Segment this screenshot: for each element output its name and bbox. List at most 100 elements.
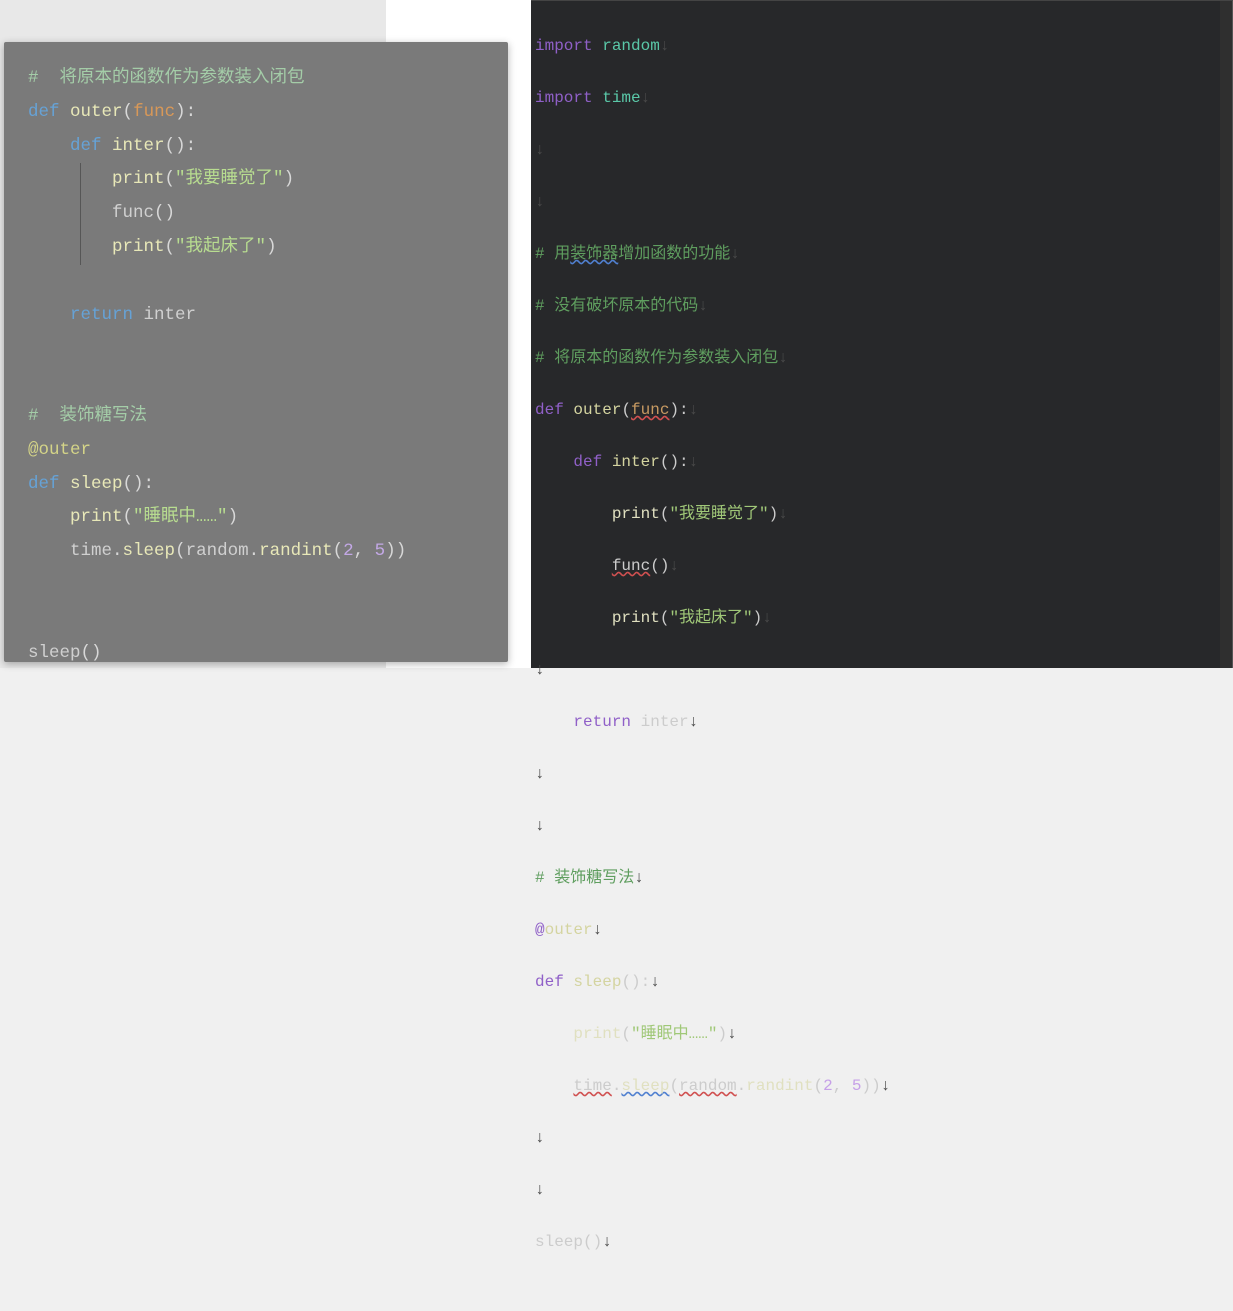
call: randint [259,541,333,561]
code-line: ↓ [535,1125,1228,1151]
string: "睡眠中……" [133,507,228,527]
builtin-print: print [612,505,660,523]
module: random [679,1077,737,1095]
string: "睡眠中……" [631,1025,717,1043]
builtin-print: print [112,237,165,257]
eol-marker: ↓ [689,713,699,731]
comment: # 没有破坏原本的代码 [535,297,698,315]
code-line: # 装饰糖写法 [28,400,484,434]
left-code-editor[interactable]: # 将原本的函数作为参数装入闭包 def outer(func): def in… [4,42,508,662]
code-line: sleep()↓ [535,1229,1228,1255]
scrollbar[interactable] [1220,1,1232,668]
code-line: # 用装饰器增加函数的功能↓ [535,241,1228,267]
eol-marker: ↓ [660,37,670,55]
comment: # 用 [535,245,570,263]
call: func [112,203,154,223]
keyword-import: import [535,37,593,55]
eol-marker: ↓ [730,245,740,263]
code-line: def sleep(): [28,468,484,502]
comment: # 装饰糖写法 [535,869,634,887]
center-header-strip [386,0,531,42]
code-line: import time↓ [535,85,1228,111]
eol-marker: ↓ [689,453,699,471]
code-line: def outer(func): [28,96,484,130]
eol-marker: ↓ [593,921,603,939]
code-line: func() [28,197,484,231]
keyword-def: def [535,401,564,419]
code-line: import random↓ [535,33,1228,59]
param: func [133,102,175,122]
number: 5 [375,541,386,561]
eol-marker: ↓ [634,869,644,887]
eol-marker: ↓ [778,349,788,367]
eol-marker: ↓ [535,1129,545,1147]
right-code-editor[interactable]: import random↓ import time↓ ↓ ↓ # 用装饰器增加… [531,0,1233,668]
code-line: ↓ [535,189,1228,215]
code-line: # 将原本的函数作为参数装入闭包 [28,62,484,96]
number: 2 [823,1077,833,1095]
call: sleep [28,643,81,663]
code-line: # 将原本的函数作为参数装入闭包↓ [535,345,1228,371]
builtin-print: print [573,1025,621,1043]
comment: 增加函数的功能 [618,245,730,263]
keyword-def: def [573,453,602,471]
keyword-import: import [535,89,593,107]
code-line: print("我起床了") [28,231,484,265]
code-line: ↓ [535,657,1228,683]
decorator: @outer [28,440,91,460]
comment: # 装饰糖写法 [28,406,147,426]
string: "我起床了" [175,237,266,257]
comment: # 将原本的函数作为参数装入闭包 [535,349,778,367]
code-line: ↓ [535,813,1228,839]
keyword-return: return [70,305,133,325]
code-line: return inter↓ [535,709,1228,735]
call: func [612,557,650,575]
keyword-def: def [28,474,60,494]
eol-marker: ↓ [535,817,545,835]
keyword-return: return [573,713,631,731]
eol-marker: ↓ [535,141,545,159]
eol-marker: ↓ [535,765,545,783]
module: time [573,1077,611,1095]
code-line: ↓ [535,137,1228,163]
code-line: print("我起床了")↓ [535,605,1228,631]
call: sleep [123,541,176,561]
keyword-def: def [70,136,102,156]
code-line: return inter [28,299,484,333]
eol-marker: ↓ [778,505,788,523]
code-line: def outer(func):↓ [535,397,1228,423]
code-line [28,366,484,400]
eol-marker: ↓ [602,1233,612,1251]
decorator-at: @ [535,921,545,939]
code-line: @outer↓ [535,917,1228,943]
code-line: def inter(): [28,130,484,164]
call: sleep [535,1233,583,1251]
function-name: inter [612,453,660,471]
code-line: sleep() [28,637,484,671]
builtin-print: print [112,169,165,189]
eol-marker: ↓ [669,557,679,575]
eol-marker: ↓ [641,89,651,107]
module: random [602,37,660,55]
keyword-def: def [28,102,60,122]
code-line: # 装饰糖写法↓ [535,865,1228,891]
identifier: inter [641,713,689,731]
code-line: ↓ [535,1177,1228,1203]
eol-marker: ↓ [881,1077,891,1095]
code-line [28,603,484,637]
function-name: sleep [573,973,621,991]
code-line [28,332,484,366]
code-line: @outer [28,434,484,468]
left-header-strip [0,0,386,42]
code-line: def sleep():↓ [535,969,1228,995]
module: time [602,89,640,107]
module: random [186,541,249,561]
code-line: print("睡眠中……")↓ [535,1021,1228,1047]
comment: 装饰器 [570,245,618,263]
code-line: # 没有破坏原本的代码↓ [535,293,1228,319]
eol-marker: ↓ [535,661,545,679]
number: 2 [343,541,354,561]
code-area[interactable]: import random↓ import time↓ ↓ ↓ # 用装饰器增加… [531,1,1232,1311]
code-line: func()↓ [535,553,1228,579]
call: randint [746,1077,813,1095]
